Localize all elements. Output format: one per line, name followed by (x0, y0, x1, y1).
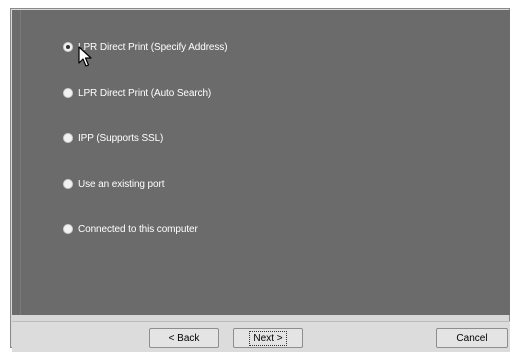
option-label: LPR Direct Print (Specify Address) (78, 41, 228, 53)
radio-button[interactable] (63, 179, 73, 189)
option-connected-computer[interactable]: Connected to this computer (63, 222, 198, 236)
option-label: Connected to this computer (78, 223, 198, 235)
cancel-button-label: Cancel (456, 332, 488, 344)
cancel-button[interactable]: Cancel (436, 328, 508, 348)
option-lpr-auto-search[interactable]: LPR Direct Print (Auto Search) (63, 86, 211, 100)
panel-divider (20, 10, 21, 315)
radio-button-selected[interactable] (63, 42, 73, 52)
option-ipp-ssl[interactable]: IPP (Supports SSL) (63, 131, 163, 145)
option-label: IPP (Supports SSL) (78, 132, 164, 144)
option-label: LPR Direct Print (Auto Search) (78, 87, 212, 99)
back-button[interactable]: < Back (149, 328, 219, 348)
option-label: Use an existing port (78, 178, 165, 190)
button-bar: < Back Next > Cancel (12, 321, 510, 352)
mouse-pointer-icon (78, 46, 92, 67)
radio-button[interactable] (63, 133, 73, 143)
next-button[interactable]: Next > (233, 328, 303, 348)
option-existing-port[interactable]: Use an existing port (63, 177, 164, 191)
radio-button[interactable] (63, 88, 73, 98)
back-button-label: < Back (168, 332, 200, 344)
radio-button[interactable] (63, 224, 73, 234)
next-button-label: Next > (249, 330, 287, 346)
